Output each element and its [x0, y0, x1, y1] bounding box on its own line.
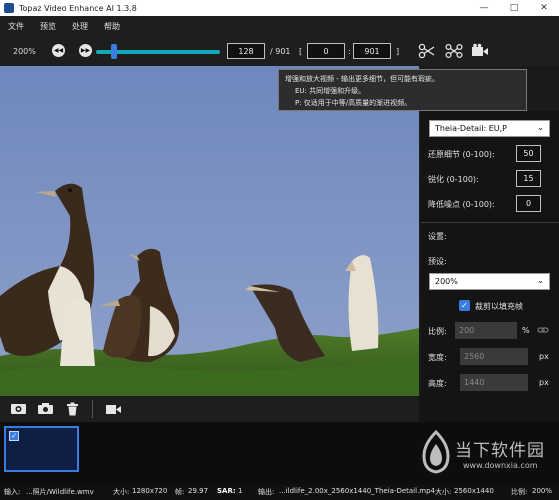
ratio-label: 比例:: [511, 488, 528, 496]
thumbnail-checkbox[interactable]: ✓: [9, 431, 19, 441]
ai-model-select[interactable]: Theia-Detail: EU,P ⌄: [429, 120, 550, 137]
denoise-input[interactable]: 0: [516, 195, 541, 212]
range-open-bracket: [: [299, 47, 303, 56]
preview-video-icon[interactable]: [105, 402, 122, 416]
range-start-input[interactable]: 0: [307, 43, 345, 59]
tooltip-line-2: EU: 共同增强和升级。: [295, 87, 366, 95]
panel-bottom: [419, 396, 559, 422]
toolbar-divider: [92, 400, 93, 418]
restore-detail-input[interactable]: 50: [516, 145, 541, 162]
output-size-value: 2560x1440: [454, 487, 494, 495]
app-logo-icon: [4, 3, 14, 13]
range-close-bracket: ]: [396, 47, 400, 56]
width-input[interactable]: 2560: [460, 348, 528, 365]
menu-file[interactable]: 文件: [8, 21, 24, 32]
window-title: Topaz Video Enhance AI 1.3.8: [19, 3, 137, 13]
maximize-button[interactable]: □: [499, 0, 529, 16]
preview-frame-image: [0, 66, 419, 396]
tooltip-line-1: 增强和放大视频 - 输出更多细节，但可能有瑕疵。: [285, 75, 439, 83]
sharpen-input[interactable]: 15: [516, 170, 541, 187]
input-label: 输入:: [4, 488, 21, 496]
input-size-value: 1280x720: [132, 487, 168, 495]
skip-back-icon: ◀◀: [53, 47, 64, 54]
video-thumbnail[interactable]: ✓: [4, 426, 79, 472]
crop-to-fill-label: 裁剪以填充帧: [475, 302, 523, 311]
sharpen-label: 锐化 (0-100):: [428, 175, 479, 184]
next-frame-button[interactable]: ▶▶: [79, 44, 92, 57]
cut-icon[interactable]: [418, 43, 436, 59]
chevron-down-icon: ⌄: [537, 123, 544, 132]
menu-help[interactable]: 帮助: [104, 21, 120, 32]
range-end-input[interactable]: 901: [353, 43, 391, 59]
checkmark-icon: ✓: [461, 301, 468, 310]
chevron-down-icon: ⌄: [537, 276, 544, 285]
minimize-button[interactable]: —: [469, 0, 499, 16]
status-bar: 输入: ...照片/Wildlife.wmv 大小: 1280x720 帧: 2…: [0, 484, 559, 500]
panel-divider: [421, 222, 559, 223]
ratio-value: 200%: [532, 487, 553, 495]
fps-value: 29.97: [188, 487, 209, 495]
frame-slider-handle[interactable]: [110, 44, 117, 59]
zoom-level[interactable]: 200%: [13, 47, 36, 56]
settings-panel: Theia-Detail: EU,P ⌄ 还原细节 (0-100): 50 锐化…: [421, 111, 559, 396]
input-file: ...照片/Wildlife.wmv: [26, 488, 94, 496]
trash-icon[interactable]: [66, 402, 79, 416]
crop-to-fill-checkbox[interactable]: ✓: [459, 300, 470, 311]
fps-label: 帧:: [175, 488, 185, 496]
width-label: 宽度:: [428, 353, 447, 362]
video-preview[interactable]: [0, 66, 419, 396]
height-unit: px: [539, 378, 549, 387]
close-button[interactable]: ✕: [529, 0, 559, 16]
current-frame-input[interactable]: 128: [227, 43, 265, 59]
restore-detail-label: 还原细节 (0-100):: [428, 150, 495, 159]
watermark-logo-icon: [422, 430, 450, 474]
preset-label: 预设:: [428, 257, 447, 266]
previous-frame-button[interactable]: ◀◀: [52, 44, 65, 57]
link-icon[interactable]: [537, 324, 549, 336]
total-frames: / 901: [270, 47, 291, 56]
settings-heading: 设置:: [428, 232, 447, 241]
skip-forward-icon: ▶▶: [80, 47, 91, 54]
tooltip-line-3: P: 仅适用于中等/高质量的渐进视频。: [295, 99, 412, 107]
input-size-label: 大小:: [113, 488, 130, 496]
height-input[interactable]: 1440: [460, 374, 528, 391]
video-camera-icon[interactable]: [471, 43, 489, 59]
watermark: 当下软件园 www.downxia.com: [413, 428, 559, 478]
preset-value: 200%: [435, 277, 458, 286]
original-preview-icon[interactable]: [10, 402, 27, 416]
height-label: 高度:: [428, 379, 447, 388]
watermark-text: 当下软件园: [455, 441, 545, 461]
playback-toolbar: 200% ◀◀ ▶▶ 128 / 901 [ 0 : 901 ]: [0, 36, 559, 66]
ai-model-value: Theia-Detail: EU,P: [435, 124, 507, 133]
watermark-url: www.downxia.com: [463, 461, 538, 470]
range-separator: :: [348, 47, 351, 56]
sar-label: SAR:: [217, 487, 236, 495]
scale-input[interactable]: 200: [455, 322, 517, 339]
menu-bar: 文件 预览 处理 帮助: [0, 16, 559, 36]
preview-tools-bar: [0, 396, 419, 422]
menu-process[interactable]: 处理: [72, 21, 88, 32]
output-file: ...ildlife_2.00x_2560x1440_Theia-Detail.…: [279, 487, 436, 495]
scale-unit: %: [522, 326, 530, 335]
title-bar: Topaz Video Enhance AI 1.3.8 — □ ✕: [0, 0, 559, 16]
camera-icon[interactable]: [37, 402, 54, 416]
thumbnail-strip: ✓ 当下软件园 www.downxia.com: [0, 422, 559, 484]
preset-select[interactable]: 200% ⌄: [429, 273, 550, 290]
split-scissors-icon[interactable]: [445, 43, 463, 59]
output-label: 输出:: [258, 488, 275, 496]
menu-preview[interactable]: 预览: [40, 21, 56, 32]
scale-label: 比例:: [428, 327, 447, 336]
width-unit: px: [539, 352, 549, 361]
model-tooltip: 增强和放大视频 - 输出更多细节，但可能有瑕疵。 EU: 共同增强和升级。 P:…: [278, 69, 527, 111]
sar-value: 1: [238, 487, 243, 495]
denoise-label: 降低噪点 (0-100):: [428, 200, 495, 209]
checkmark-icon: ✓: [11, 432, 17, 440]
output-size-label: 大小:: [435, 488, 452, 496]
